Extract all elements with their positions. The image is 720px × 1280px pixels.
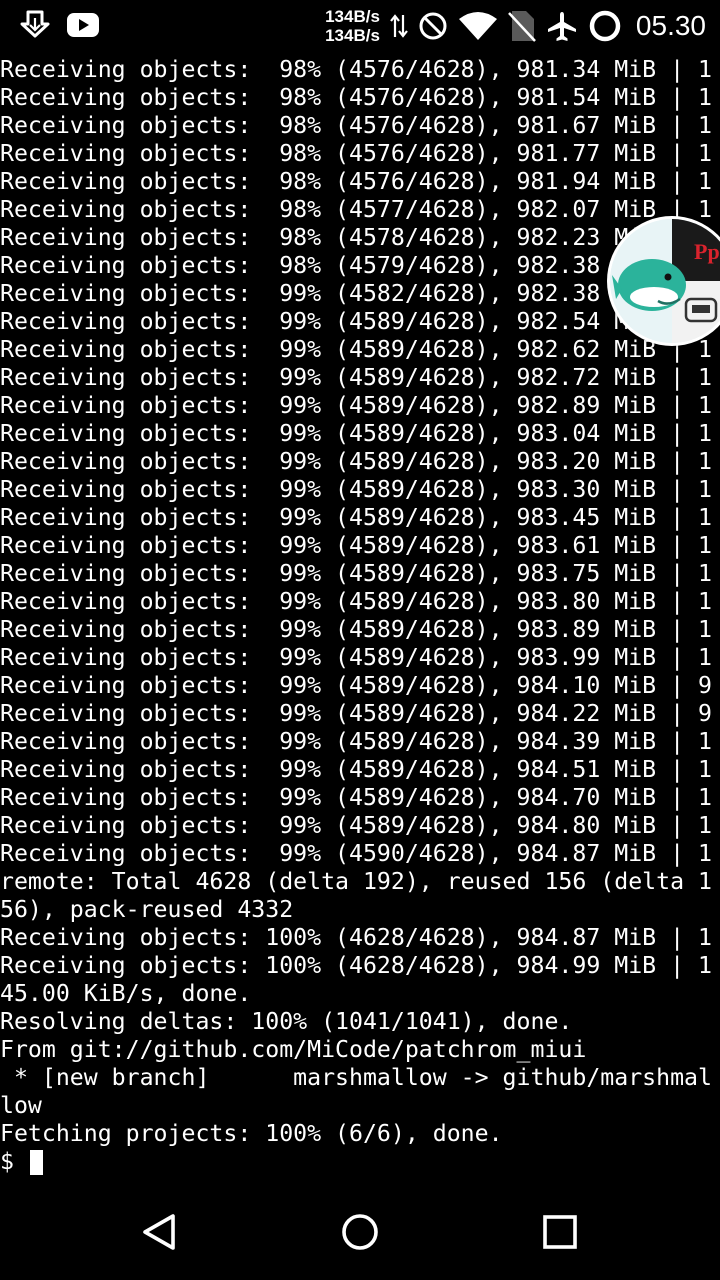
- navigation-bar: [0, 1180, 720, 1280]
- prompt-symbol: $: [0, 1148, 28, 1175]
- terminal-line: Receiving objects: 98% (4577/4628), 982.…: [0, 196, 712, 223]
- do-not-disturb-icon: [418, 11, 448, 41]
- terminal-line: Receiving objects: 99% (4589/4628), 983.…: [0, 476, 712, 503]
- terminal-line: Receiving objects: 99% (4589/4628), 983.…: [0, 644, 712, 671]
- terminal-line: Receiving objects: 100% (4628/4628), 984…: [0, 952, 712, 979]
- data-transfer-icon: [390, 13, 408, 39]
- terminal-line: Receiving objects: 99% (4589/4628), 982.…: [0, 364, 712, 391]
- airplane-mode-icon: [546, 10, 578, 42]
- terminal-line: Receiving objects: 98% (4576/4628), 981.…: [0, 168, 712, 195]
- home-button[interactable]: [332, 1204, 388, 1260]
- status-bar: 134B/s 134B/s 05.30: [0, 0, 720, 52]
- text-cursor: [29, 1149, 43, 1175]
- clock: 05.30: [635, 10, 706, 41]
- bubble-label: Pp: [694, 239, 720, 264]
- terminal-line: Receiving objects: 99% (4589/4628), 983.…: [0, 616, 712, 643]
- terminal-lines: Receiving objects: 98% (4576/4628), 981.…: [0, 56, 720, 1148]
- terminal-line: Receiving objects: 99% (4589/4628), 983.…: [0, 448, 712, 475]
- terminal-line: Receiving objects: 99% (4589/4628), 982.…: [0, 308, 712, 335]
- no-sim-icon: [508, 10, 536, 42]
- terminal-line: Resolving deltas: 100% (1041/1041), done…: [0, 1008, 573, 1035]
- terminal-line: Receiving objects: 99% (4589/4628), 984.…: [0, 812, 712, 839]
- back-button[interactable]: [132, 1204, 188, 1260]
- upload-speed-text: 134B/s: [325, 7, 380, 26]
- youtube-icon: [66, 12, 100, 38]
- terminal-line: Receiving objects: 98% (4576/4628), 981.…: [0, 140, 712, 167]
- terminal-line: Receiving objects: 99% (4589/4628), 983.…: [0, 504, 712, 531]
- network-speed: 134B/s 134B/s: [325, 7, 380, 45]
- terminal-line: Receiving objects: 99% (4589/4628), 984.…: [0, 700, 712, 727]
- terminal-line: Receiving objects: 98% (4576/4628), 981.…: [0, 112, 712, 139]
- terminal-line: low: [0, 1092, 42, 1119]
- download-icon: [18, 10, 52, 40]
- terminal-line: Receiving objects: 98% (4578/4628), 982.…: [0, 224, 712, 251]
- terminal-prompt[interactable]: $: [0, 1148, 720, 1176]
- terminal-line: Receiving objects: 99% (4589/4628), 983.…: [0, 420, 712, 447]
- terminal-line: remote: Total 4628 (delta 192), reused 1…: [0, 868, 712, 895]
- download-speed-text: 134B/s: [325, 26, 380, 45]
- terminal-line: Receiving objects: 99% (4589/4628), 982.…: [0, 392, 712, 419]
- wifi-icon: [458, 11, 498, 41]
- back-icon: [143, 1214, 175, 1250]
- terminal-line: Receiving objects: 99% (4589/4628), 984.…: [0, 784, 712, 811]
- terminal-line: * [new branch] marshmallow -> github/mar…: [0, 1064, 712, 1091]
- home-icon: [342, 1214, 378, 1250]
- terminal-line: Receiving objects: 98% (4576/4628), 981.…: [0, 84, 712, 111]
- terminal-line: Receiving objects: 99% (4590/4628), 984.…: [0, 840, 712, 867]
- recents-icon: [543, 1215, 577, 1249]
- terminal-line: From git://github.com/MiCode/patchrom_mi…: [0, 1036, 587, 1063]
- terminal-line: Fetching projects: 100% (6/6), done.: [0, 1120, 503, 1147]
- terminal-line: Receiving objects: 99% (4589/4628), 983.…: [0, 532, 712, 559]
- terminal-line: Receiving objects: 99% (4589/4628), 983.…: [0, 560, 712, 587]
- terminal-line: Receiving objects: 99% (4589/4628), 984.…: [0, 728, 712, 755]
- terminal-output[interactable]: Receiving objects: 98% (4576/4628), 981.…: [0, 56, 720, 1180]
- terminal-line: Receiving objects: 99% (4589/4628), 984.…: [0, 756, 712, 783]
- terminal-line: Receiving objects: 99% (4589/4628), 983.…: [0, 588, 712, 615]
- recents-button[interactable]: [532, 1204, 588, 1260]
- terminal-line: 56), pack-reused 4332: [0, 896, 294, 923]
- terminal-line: Receiving objects: 98% (4576/4628), 981.…: [0, 56, 712, 83]
- battery-ring-icon: [588, 9, 622, 43]
- terminal-line: Receiving objects: 99% (4589/4628), 982.…: [0, 336, 712, 363]
- terminal-line: 45.00 KiB/s, done.: [0, 980, 252, 1007]
- terminal-line: Receiving objects: 99% (4589/4628), 984.…: [0, 672, 712, 699]
- terminal-line: Receiving objects: 100% (4628/4628), 984…: [0, 924, 712, 951]
